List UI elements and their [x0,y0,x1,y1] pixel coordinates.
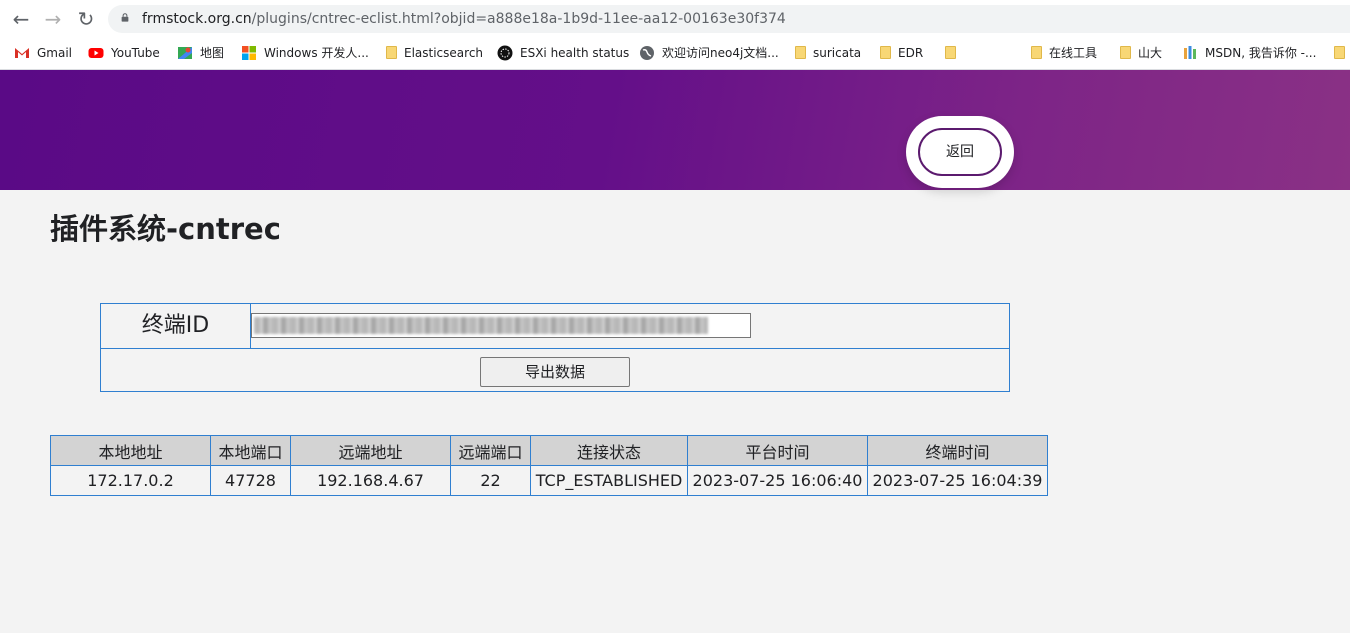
msdn-icon [1184,45,1196,59]
bookmark-shanda[interactable]: 山大 [1120,36,1162,69]
redacted-value [254,317,708,334]
bookmark-elasticsearch[interactable]: Elasticsearch [386,36,483,69]
bookmark-windows[interactable]: Windows 开发人... [241,36,369,69]
bookmark-youtube[interactable]: YouTube [88,36,160,69]
column-header-local-address: 本地地址 [50,435,211,466]
cell-remote-port: 22 [450,465,531,496]
address-bar[interactable]: frmstock.org.cn/plugins/cntrec-eclist.ht… [108,5,1350,33]
terminal-id-input[interactable] [251,313,751,338]
bookmark-esxi[interactable]: ESXi health status [497,36,629,69]
column-header-local-port: 本地端口 [210,435,291,466]
bookmark-label: ESXi health status [520,45,630,60]
back-arrow-icon[interactable]: ← [9,7,33,31]
bookmark-label: 山大 [1138,46,1163,60]
browser-toolbar: ← → ↻ frmstock.org.cn/plugins/cntrec-ecl… [0,0,1350,36]
windows-icon [242,45,256,60]
folder-icon [880,46,891,59]
column-header-remote-port: 远端端口 [450,435,531,466]
bookmark-folder-overflow[interactable] [1334,36,1350,69]
url-text: frmstock.org.cn/plugins/cntrec-eclist.ht… [142,5,786,33]
bookmark-label: Gmail [37,45,73,60]
bookmark-folder-unnamed[interactable] [945,36,963,69]
globe-icon [640,45,654,60]
url-host: frmstock.org.cn [142,11,252,27]
reload-icon[interactable]: ↻ [74,7,98,31]
bookmark-label: 欢迎访问neo4j文档... [662,46,779,60]
gmail-icon [15,47,29,58]
youtube-icon [88,47,104,58]
column-header-terminal-time: 终端时间 [867,435,1048,466]
folder-icon [386,46,397,59]
bookmark-label: 在线工具 [1049,46,1098,60]
cell-local-address: 172.17.0.2 [50,465,211,496]
form-row-id: 终端ID [101,304,1009,349]
cell-platform-time: 2023-07-25 16:06:40 [687,465,868,496]
bookmark-label: Windows 开发人... [264,46,369,60]
bookmark-gmail[interactable]: Gmail [14,36,72,69]
back-button-container: 返回 [906,116,1014,188]
bookmarks-bar: Gmail YouTube 地图 Windows 开发人... Elastics… [0,36,1350,70]
back-button[interactable]: 返回 [918,128,1002,176]
bookmark-maps[interactable]: 地图 [177,36,224,69]
cell-connection-state: TCP_ESTABLISHED [530,465,688,496]
cell-local-port: 47728 [210,465,291,496]
export-data-button[interactable]: 导出数据 [480,357,630,387]
query-form: 终端ID 导出数据 [100,303,1010,392]
bookmark-edr[interactable]: EDR [880,36,923,69]
bookmark-label: 地图 [200,46,225,60]
url-path: /plugins/cntrec-eclist.html?objid=a888e1… [251,11,786,27]
forward-arrow-icon[interactable]: → [41,7,65,31]
column-header-connection-state: 连接状态 [530,435,688,466]
terminal-id-label: 终端ID [101,304,251,348]
bookmark-msdn[interactable]: MSDN, 我告诉你 -... [1182,36,1316,69]
folder-icon [945,46,956,59]
folder-icon [1334,46,1345,59]
cell-terminal-time: 2023-07-25 16:04:39 [867,465,1048,496]
table-header-row: 本地地址 本地端口 远端地址 远端端口 连接状态 平台时间 终端时间 [50,435,1048,466]
bookmark-label: Elasticsearch [404,45,484,60]
bookmark-label: EDR [898,45,924,60]
column-header-remote-address: 远端地址 [290,435,451,466]
folder-icon [795,46,806,59]
bookmark-online-tools[interactable]: 在线工具 [1031,36,1097,69]
maps-icon [178,46,192,59]
bookmark-label: MSDN, 我告诉你 -... [1205,46,1317,60]
table-row: 172.17.0.2 47728 192.168.4.67 22 TCP_EST… [50,465,1048,496]
folder-icon [1031,46,1042,59]
connections-table: 本地地址 本地端口 远端地址 远端端口 连接状态 平台时间 终端时间 172.1… [50,435,1048,496]
folder-icon [1120,46,1131,59]
column-header-platform-time: 平台时间 [687,435,868,466]
header-banner [0,70,1350,190]
bookmark-neo4j[interactable]: 欢迎访问neo4j文档... [639,36,779,69]
bookmark-label: YouTube [111,45,160,60]
esxi-icon [497,45,513,60]
page-title: 插件系统-cntrec [50,212,281,246]
bookmark-label: suricata [813,45,862,60]
lock-icon [121,13,129,22]
bookmark-suricata[interactable]: suricata [795,36,861,69]
cell-remote-address: 192.168.4.67 [290,465,451,496]
